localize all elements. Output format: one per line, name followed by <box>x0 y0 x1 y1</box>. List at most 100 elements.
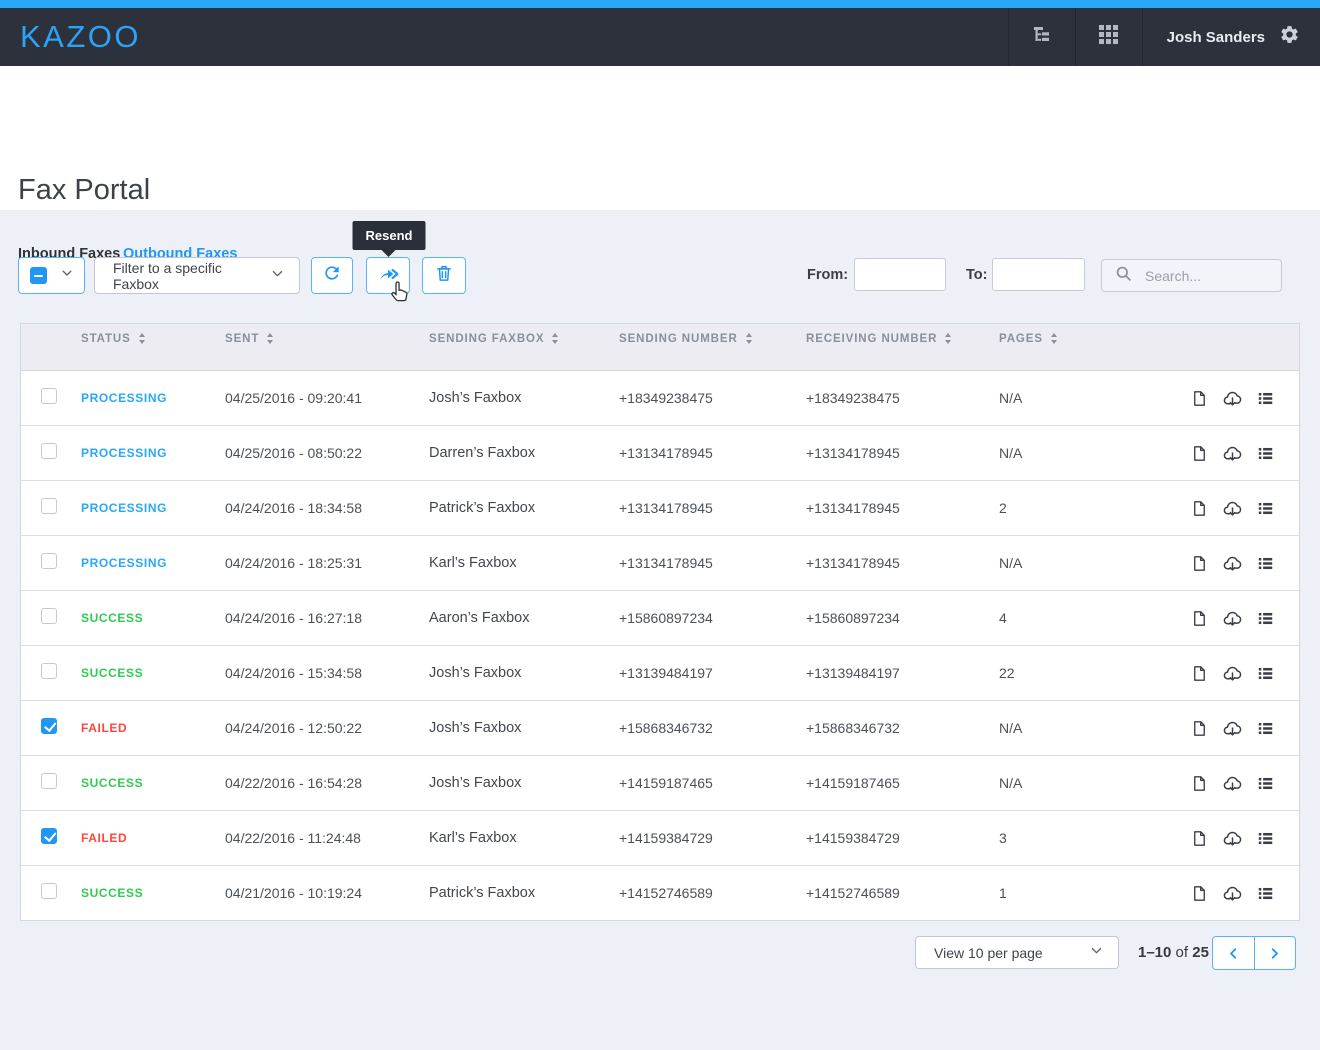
download-icon[interactable] <box>1222 773 1243 794</box>
details-list-icon[interactable] <box>1256 664 1275 683</box>
column-header-status[interactable]: STATUS <box>81 333 225 345</box>
row-checkbox[interactable] <box>41 663 57 679</box>
range-total: 25 <box>1192 944 1209 961</box>
sent-cell: 04/25/2016 - 09:20:41 <box>225 390 429 406</box>
column-label: STATUS <box>81 333 131 345</box>
view-document-icon[interactable] <box>1190 499 1209 518</box>
download-icon[interactable] <box>1222 443 1243 464</box>
user-menu[interactable]: Josh Sanders <box>1142 8 1320 66</box>
pages-cell: 3 <box>999 830 1141 846</box>
sending-faxbox-cell: Josh’s Faxbox <box>429 775 619 791</box>
details-list-icon[interactable] <box>1256 389 1275 408</box>
table-body: PROCESSING 04/25/2016 - 09:20:41 Josh’s … <box>21 371 1299 920</box>
details-list-icon[interactable] <box>1256 499 1275 518</box>
row-checkbox[interactable] <box>41 388 57 404</box>
details-list-icon[interactable] <box>1256 774 1275 793</box>
download-icon[interactable] <box>1222 608 1243 629</box>
view-document-icon[interactable] <box>1190 444 1209 463</box>
next-page-button[interactable] <box>1255 937 1296 969</box>
row-checkbox[interactable] <box>41 553 57 569</box>
sending-faxbox-cell: Patrick’s Faxbox <box>429 500 619 516</box>
column-header-sending-number[interactable]: SENDING NUMBER <box>619 333 806 345</box>
gear-icon[interactable] <box>1279 24 1300 50</box>
row-checkbox[interactable] <box>41 498 57 514</box>
receiving-number-cell: +18349238475 <box>806 390 999 406</box>
view-document-icon[interactable] <box>1190 829 1209 848</box>
download-icon[interactable] <box>1222 883 1243 904</box>
faxbox-filter-label: Filter to a specific Faxbox <box>113 260 270 292</box>
pages-cell: 1 <box>999 885 1141 901</box>
sending-number-cell: +14152746589 <box>619 885 806 901</box>
sort-icon <box>139 333 145 344</box>
sending-faxbox-cell: Josh’s Faxbox <box>429 720 619 736</box>
row-checkbox[interactable] <box>41 828 57 844</box>
from-date-input[interactable] <box>854 258 946 291</box>
apps-menu-button[interactable] <box>1075 8 1142 66</box>
status-badge: PROCESSING <box>81 556 167 570</box>
view-document-icon[interactable] <box>1190 774 1209 793</box>
view-document-icon[interactable] <box>1190 609 1209 628</box>
view-document-icon[interactable] <box>1190 664 1209 683</box>
receiving-number-cell: +14152746589 <box>806 885 999 901</box>
faxbox-filter-select[interactable]: Filter to a specific Faxbox <box>94 257 300 294</box>
row-checkbox[interactable] <box>41 718 57 734</box>
status-badge: SUCCESS <box>81 886 143 900</box>
download-icon[interactable] <box>1222 718 1243 739</box>
download-icon[interactable] <box>1222 553 1243 574</box>
details-list-icon[interactable] <box>1256 884 1275 903</box>
column-header-sending-faxbox[interactable]: SENDING FAXBOX <box>429 333 619 345</box>
column-header-pages[interactable]: PAGES <box>999 333 1141 345</box>
range-current: 1–10 <box>1138 944 1171 961</box>
sent-cell: 04/24/2016 - 16:27:18 <box>225 610 429 626</box>
delete-button[interactable] <box>422 257 466 294</box>
column-label: SENDING FAXBOX <box>429 333 544 345</box>
details-list-icon[interactable] <box>1256 444 1275 463</box>
pages-cell: N/A <box>999 555 1141 571</box>
pages-cell: N/A <box>999 445 1141 461</box>
details-list-icon[interactable] <box>1256 829 1275 848</box>
trash-icon <box>434 263 454 288</box>
details-list-icon[interactable] <box>1256 719 1275 738</box>
select-all-dropdown[interactable] <box>18 257 85 294</box>
column-header-sent[interactable]: SENT <box>225 333 429 345</box>
download-icon[interactable] <box>1222 663 1243 684</box>
download-icon[interactable] <box>1222 388 1243 409</box>
column-label: PAGES <box>999 333 1043 345</box>
details-list-icon[interactable] <box>1256 609 1275 628</box>
select-all-checkbox-indeterminate[interactable] <box>30 267 47 284</box>
sending-faxbox-cell: Josh’s Faxbox <box>429 665 619 681</box>
column-label: SENT <box>225 333 259 345</box>
search-box[interactable] <box>1101 259 1282 292</box>
status-badge: PROCESSING <box>81 391 167 405</box>
account-hierarchy-button[interactable] <box>1008 8 1075 66</box>
download-icon[interactable] <box>1222 828 1243 849</box>
view-document-icon[interactable] <box>1190 719 1209 738</box>
to-date-input[interactable] <box>992 258 1085 291</box>
sending-number-cell: +15868346732 <box>619 720 806 736</box>
previous-page-button[interactable] <box>1213 937 1255 969</box>
row-checkbox[interactable] <box>41 608 57 624</box>
sent-cell: 04/25/2016 - 08:50:22 <box>225 445 429 461</box>
details-list-icon[interactable] <box>1256 554 1275 573</box>
search-input[interactable] <box>1143 267 1277 285</box>
table-row: FAILED 04/24/2016 - 12:50:22 Josh’s Faxb… <box>21 701 1299 756</box>
view-document-icon[interactable] <box>1190 554 1209 573</box>
sending-faxbox-cell: Karl’s Faxbox <box>429 830 619 846</box>
sending-number-cell: +13139484197 <box>619 665 806 681</box>
view-document-icon[interactable] <box>1190 389 1209 408</box>
row-checkbox[interactable] <box>41 773 57 789</box>
row-checkbox[interactable] <box>41 443 57 459</box>
kazoo-logo[interactable]: KAZOO <box>20 19 141 55</box>
sending-number-cell: +13134178945 <box>619 445 806 461</box>
row-checkbox[interactable] <box>41 883 57 899</box>
column-header-receiving-number[interactable]: RECEIVING NUMBER <box>806 333 999 345</box>
top-navbar: KAZOO Josh Sanders <box>0 8 1320 66</box>
per-page-select[interactable]: View 10 per page <box>915 936 1119 969</box>
sending-number-cell: +13134178945 <box>619 500 806 516</box>
fax-table: STATUS SENT SENDING FAXBOX SENDING NUMBE… <box>20 323 1300 921</box>
sort-icon <box>1051 333 1057 344</box>
refresh-button[interactable] <box>311 257 353 294</box>
download-icon[interactable] <box>1222 498 1243 519</box>
view-document-icon[interactable] <box>1190 884 1209 903</box>
page-header: Fax Portal Inbound Faxes Outbound Faxes <box>0 66 1320 210</box>
